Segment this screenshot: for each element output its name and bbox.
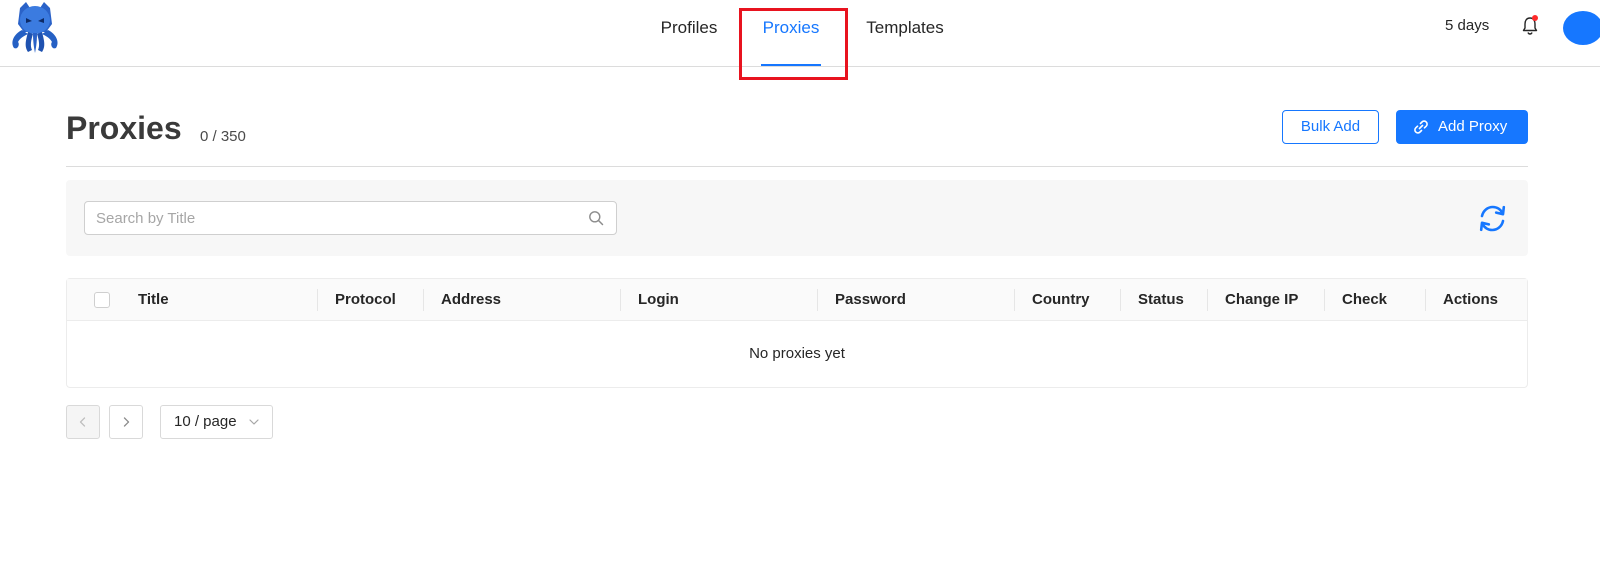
column-header-address[interactable]: Address (441, 279, 501, 321)
chevron-right-icon (123, 417, 130, 427)
page-title: Proxies (66, 110, 182, 146)
column-separator (423, 289, 424, 311)
column-separator (1014, 289, 1015, 311)
page-size-value: 10 / page (174, 413, 237, 430)
top-header: Profiles Proxies Templates 5 days (0, 0, 1600, 67)
search-field[interactable] (84, 201, 617, 235)
column-header-title[interactable]: Title (138, 279, 169, 321)
avatar[interactable] (1563, 11, 1600, 45)
subscription-days-remaining[interactable]: 5 days (1445, 17, 1489, 34)
add-proxy-label: Add Proxy (1438, 118, 1508, 135)
column-separator (317, 289, 318, 311)
page-size-select[interactable]: 10 / page (160, 405, 273, 439)
column-header-protocol[interactable]: Protocol (335, 279, 396, 321)
link-icon (1414, 120, 1428, 134)
column-header-actions[interactable]: Actions (1443, 279, 1498, 321)
column-separator (1207, 289, 1208, 311)
chevron-down-icon (249, 419, 259, 425)
empty-table-message: No proxies yet (749, 345, 845, 362)
column-separator (1324, 289, 1325, 311)
column-header-change-ip[interactable]: Change IP (1225, 279, 1298, 321)
column-header-country[interactable]: Country (1032, 279, 1090, 321)
proxies-table: Title Protocol Address Login Password Co… (66, 278, 1528, 388)
column-header-login[interactable]: Login (638, 279, 679, 321)
nav-tab-profiles[interactable]: Profiles (657, 0, 721, 66)
column-separator (620, 289, 621, 311)
title-divider (66, 166, 1528, 167)
column-separator (1425, 289, 1426, 311)
table-header: Title Protocol Address Login Password Co… (67, 279, 1527, 321)
next-page-button[interactable] (109, 405, 143, 439)
column-header-status[interactable]: Status (1138, 279, 1184, 321)
add-proxy-button[interactable]: Add Proxy (1396, 110, 1528, 144)
search-input[interactable] (96, 208, 576, 228)
notification-dot (1532, 15, 1538, 21)
refresh-icon[interactable] (1476, 202, 1509, 235)
octopus-logo[interactable] (6, 0, 64, 54)
nav-tab-proxies[interactable]: Proxies (761, 0, 821, 66)
select-all-checkbox[interactable] (94, 292, 110, 308)
nav-tab-profiles-label: Profiles (660, 18, 718, 37)
previous-page-button[interactable] (66, 405, 100, 439)
column-separator (817, 289, 818, 311)
chevron-left-icon (79, 417, 86, 427)
bulk-add-button[interactable]: Bulk Add (1282, 110, 1379, 144)
column-header-check[interactable]: Check (1342, 279, 1387, 321)
column-header-password[interactable]: Password (835, 279, 906, 321)
proxy-count: 0 / 350 (200, 128, 246, 145)
search-icon[interactable] (588, 210, 604, 226)
nav-tab-proxies-label: Proxies (762, 18, 820, 37)
nav-tab-templates[interactable]: Templates (862, 0, 948, 66)
active-tab-indicator (761, 64, 821, 66)
nav-tab-templates-label: Templates (866, 18, 944, 37)
column-separator (1120, 289, 1121, 311)
